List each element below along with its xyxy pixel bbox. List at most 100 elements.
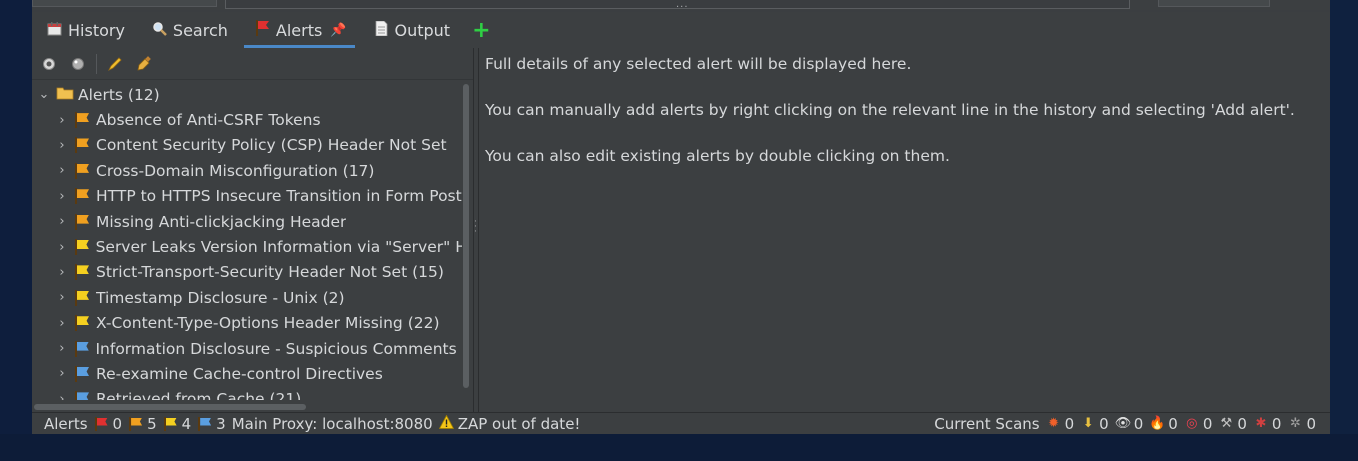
details-line-2: You can manually add alerts by right cli… xyxy=(485,101,1295,119)
high-count: 0 xyxy=(112,414,123,433)
scan-count: 0 xyxy=(1168,414,1178,433)
tree-alert-label: Missing Anti-clickjacking Header xyxy=(96,212,347,231)
chevron-down-icon[interactable]: ⌄ xyxy=(36,87,52,102)
tree-alert-label: Timestamp Disclosure - Unix (2) xyxy=(96,288,345,307)
tree-alert-label: Information Disclosure - Suspicious Comm… xyxy=(95,339,462,358)
chevron-right-icon[interactable]: › xyxy=(54,316,70,331)
chevron-right-icon[interactable]: › xyxy=(54,138,70,153)
chevron-right-icon[interactable]: › xyxy=(54,341,70,356)
spider-burst-icon: ✹ xyxy=(1048,416,1060,431)
delete-alerts-button[interactable] xyxy=(133,53,155,75)
tree-alert-row[interactable]: › Content Security Policy (CSP) Header No… xyxy=(32,133,462,158)
tree-alert-row[interactable]: › Information Disclosure - Suspicious Com… xyxy=(32,336,462,361)
tab-history[interactable]: History xyxy=(32,12,137,48)
tree-alert-row[interactable]: › Absence of Anti-CSRF Tokens xyxy=(32,107,462,132)
scan-indicator[interactable]: ✲ 0 xyxy=(1287,415,1316,433)
medium-count: 5 xyxy=(147,414,157,433)
scan-indicator[interactable]: ⚒ 0 xyxy=(1218,415,1247,433)
top-panel-strip: ··· xyxy=(32,0,1330,13)
scan-count: 0 xyxy=(1133,414,1144,433)
scan-indicator[interactable]: ◎ 0 xyxy=(1184,414,1213,433)
alerts-tree: ⌄ Alerts (12) › Absence of Anti-CSRF Toke… xyxy=(32,82,462,400)
scan-count: 0 xyxy=(1202,414,1213,433)
add-tab-button[interactable]: + xyxy=(462,12,500,48)
scan-indicator[interactable]: ✱ 0 xyxy=(1253,414,1282,433)
eye-icon: 👁 xyxy=(1114,416,1132,431)
vertical-scroll-thumb[interactable] xyxy=(463,84,469,388)
toolbar-separator xyxy=(96,53,97,74)
tree-alert-row[interactable]: › Server Leaks Version Information via "S… xyxy=(32,234,462,259)
alert-flag-icon xyxy=(74,188,92,205)
bottom-tab-bar: History Search Alerts 📌 Output + xyxy=(32,12,1330,48)
horizontal-scroll-thumb[interactable] xyxy=(34,404,306,410)
chevron-right-icon[interactable]: › xyxy=(54,290,70,305)
pin-icon[interactable]: 📌 xyxy=(330,23,346,38)
top-field-right[interactable] xyxy=(1158,0,1270,7)
alert-flag-icon xyxy=(74,340,92,357)
chevron-right-icon[interactable]: › xyxy=(54,265,70,280)
scan-count: 0 xyxy=(1271,414,1282,433)
tree-alert-row[interactable]: › Missing Anti-clickjacking Header xyxy=(32,209,462,234)
tab-output[interactable]: Output xyxy=(359,12,463,48)
edit-alert-button[interactable] xyxy=(104,53,126,75)
tab-search[interactable]: Search xyxy=(137,12,240,48)
chevron-right-icon[interactable]: › xyxy=(54,214,70,229)
tree-alert-row[interactable]: › HTTP to HTTPS Insecure Transition in Fo… xyxy=(32,184,462,209)
alert-flag-icon xyxy=(74,289,92,306)
tree-alert-row[interactable]: › Re-examine Cache-control Directives xyxy=(32,361,462,386)
scan-count: 0 xyxy=(1237,414,1247,433)
status-medium-count[interactable]: 5 xyxy=(128,415,157,433)
status-proxy: Main Proxy: localhost:8080 xyxy=(231,414,433,433)
chevron-right-icon[interactable]: › xyxy=(54,113,70,128)
top-field-left[interactable] xyxy=(32,0,217,7)
status-low-count[interactable]: 4 xyxy=(163,414,192,433)
low-count: 4 xyxy=(181,414,192,433)
tree-alert-label: Strict-Transport-Security Header Not Set… xyxy=(96,263,444,282)
zap-window: ··· History Search Alerts 📌 Output + ⌄ A… xyxy=(32,0,1330,434)
alert-flag-icon xyxy=(74,213,92,230)
alerts-tree-pane: ⌄ Alerts (12) › Absence of Anti-CSRF Toke… xyxy=(32,48,474,412)
flag-icon xyxy=(254,20,271,40)
bug-icon: ✱ xyxy=(1255,416,1267,431)
tree-horizontal-scrollbar[interactable] xyxy=(34,402,462,410)
status-info-count[interactable]: 3 xyxy=(197,415,226,433)
chevron-right-icon[interactable]: › xyxy=(54,189,70,204)
tree-alert-row[interactable]: › X-Content-Type-Options Header Missing (… xyxy=(32,311,462,336)
panel-resize-grip[interactable]: ··· xyxy=(676,3,689,13)
tree-alert-label: Content Security Policy (CSP) Header Not… xyxy=(96,136,447,155)
tree-alert-label: Re-examine Cache-control Directives xyxy=(96,364,383,383)
tab-search-label: Search xyxy=(172,20,228,40)
current-scans-label: Current Scans xyxy=(934,414,1040,433)
chevron-right-icon[interactable]: › xyxy=(54,366,70,381)
filter-button[interactable] xyxy=(67,53,89,75)
scan-indicator[interactable]: 👁 0 xyxy=(1115,415,1144,433)
high-flag-icon xyxy=(94,416,110,431)
calendar-icon xyxy=(46,21,63,40)
scan-indicator[interactable]: ✹ 0 xyxy=(1046,414,1075,433)
low-flag-icon xyxy=(163,416,179,431)
chevron-right-icon[interactable]: › xyxy=(54,392,70,400)
scan-count: 0 xyxy=(1064,414,1075,433)
status-warning[interactable]: ZAP out of date! xyxy=(438,414,581,433)
tree-alert-row[interactable]: › Timestamp Disclosure - Unix (2) xyxy=(32,285,462,310)
scan-indicator[interactable]: ⬇ 0 xyxy=(1080,415,1109,433)
tree-alert-row[interactable]: › Retrieved from Cache (21) xyxy=(32,387,462,400)
target-icon: ◎ xyxy=(1186,416,1198,431)
status-high-count[interactable]: 0 xyxy=(94,414,123,433)
tree-vertical-scrollbar[interactable] xyxy=(462,82,470,388)
alerts-toolbar xyxy=(32,48,473,80)
status-bar: Alerts 0 5 4 3 Main Proxy: localhost:808… xyxy=(32,412,1330,434)
chevron-right-icon[interactable]: › xyxy=(54,240,70,255)
search-icon xyxy=(151,21,168,40)
scan-indicator[interactable]: 🔥 0 xyxy=(1149,415,1178,433)
tree-root-alerts[interactable]: ⌄ Alerts (12) xyxy=(32,82,462,107)
document-icon xyxy=(373,20,390,40)
warning-text: ZAP out of date! xyxy=(457,414,581,433)
tree-alert-row[interactable]: › Strict-Transport-Security Header Not Se… xyxy=(32,260,462,285)
chevron-right-icon[interactable]: › xyxy=(54,163,70,178)
tree-alert-row[interactable]: › Cross-Domain Misconfiguration (17) xyxy=(32,158,462,183)
tab-alerts[interactable]: Alerts 📌 xyxy=(240,12,359,48)
show-tree-button[interactable] xyxy=(38,53,60,75)
alert-flag-icon xyxy=(74,264,92,281)
tree-alert-label: Retrieved from Cache (21) xyxy=(96,390,302,400)
